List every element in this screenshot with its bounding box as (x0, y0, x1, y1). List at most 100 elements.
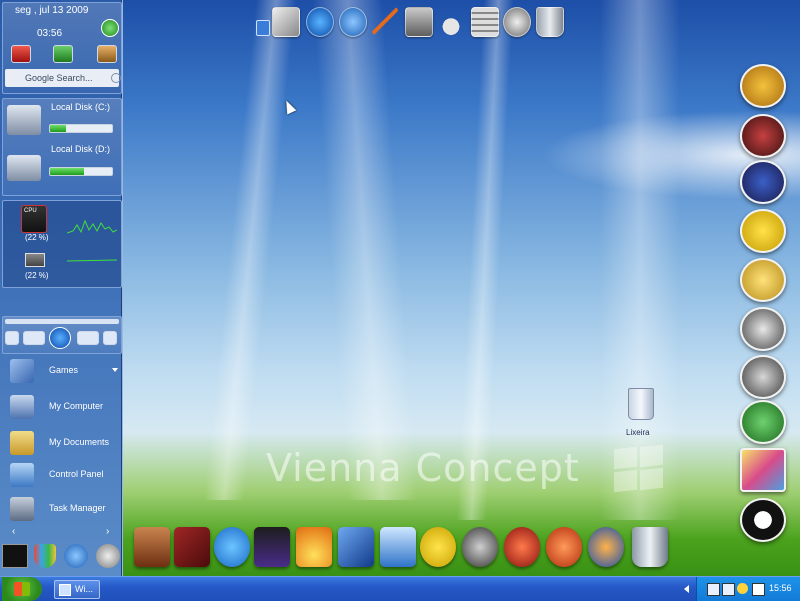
address-book-icon[interactable] (174, 527, 210, 567)
taskbar-window-button[interactable]: Wi... (54, 580, 100, 599)
search-tool-icon[interactable] (504, 527, 540, 567)
security-shield-icon[interactable] (34, 544, 56, 568)
racing-game-icon[interactable] (740, 355, 786, 399)
messenger-icon[interactable] (214, 527, 250, 567)
control-panel-icon (10, 463, 34, 487)
sidebar: seg , jul 13 2009 03:56 Google Search...… (0, 0, 123, 576)
light-ray (203, 0, 297, 500)
search-icon[interactable] (111, 73, 121, 83)
drive-c-usage-bar (49, 124, 113, 133)
refresh-icon[interactable] (101, 19, 119, 37)
drive-c-icon (7, 105, 41, 135)
taskbar: Wi... 15:56 (0, 576, 800, 601)
menu-item-my-documents[interactable]: My Documents (4, 428, 118, 458)
ram-icon (25, 253, 45, 267)
tools-icon[interactable] (372, 7, 398, 35)
gunz-game-icon[interactable] (740, 258, 786, 302)
task-manager-icon (10, 497, 34, 521)
network-tray-icon[interactable] (707, 583, 720, 596)
clock-widget: seg , jul 13 2009 03:56 Google Search... (2, 2, 122, 94)
recycle-dock-icon[interactable] (632, 527, 668, 567)
menu-item-my-computer[interactable]: My Computer (4, 392, 118, 422)
photo-icon[interactable] (134, 527, 170, 567)
computer-icon (10, 395, 34, 419)
chevron-right-icon[interactable]: › (106, 526, 109, 537)
menu-item-label: Control Panel (49, 469, 104, 479)
media-seek-bar[interactable] (5, 319, 119, 324)
light-ray (456, 0, 514, 520)
drive-d-label: Local Disk (D:) (51, 144, 111, 154)
light-ray (600, 0, 680, 520)
hulk-game-icon[interactable] (740, 400, 786, 444)
system-monitor-widget: CPU (22 %) (22 %) (2, 200, 122, 288)
smiley-game-icon[interactable] (740, 209, 786, 253)
chevron-down-icon[interactable] (112, 368, 118, 372)
mtv-icon[interactable] (740, 498, 786, 542)
media-player-widget (2, 316, 122, 354)
shutdown-button[interactable] (11, 45, 31, 63)
tools-badge-icon[interactable] (420, 527, 456, 567)
search-input[interactable]: Google Search... (25, 73, 93, 83)
media-next-button[interactable] (77, 331, 99, 345)
media-eject-button[interactable] (103, 331, 117, 345)
windows-logo-icon (14, 582, 30, 596)
lock-button[interactable] (97, 45, 117, 63)
ram-graph (67, 259, 117, 262)
command-prompt-icon[interactable] (2, 544, 28, 568)
menu-item-games[interactable]: Games (4, 356, 118, 386)
smiley-tray-icon[interactable] (737, 583, 748, 594)
tray-expand-icon[interactable] (684, 585, 689, 593)
games-icon (10, 359, 34, 383)
drive-d-icon (7, 155, 41, 181)
light-ray (312, 0, 418, 500)
network-button[interactable] (53, 45, 73, 63)
recycle-bin-shortcut[interactable]: Lixeira (618, 386, 664, 440)
ram-percent: (22 %) (25, 271, 49, 280)
media-previous-button[interactable] (23, 331, 45, 345)
power-icon[interactable] (503, 7, 531, 37)
drive-c-label: Local Disk (C:) (51, 102, 111, 112)
menu-item-label: My Computer (49, 401, 104, 411)
network-globe-icon[interactable] (64, 544, 88, 568)
menu-item-control-panel[interactable]: Control Panel (4, 460, 118, 490)
burner-icon[interactable] (546, 527, 582, 567)
search-box[interactable]: Google Search... (5, 69, 121, 87)
disc-drive-icon[interactable] (96, 544, 120, 568)
menu-item-task-manager[interactable]: Task Manager (4, 494, 118, 524)
media-play-button[interactable] (49, 327, 71, 349)
menu-item-label: My Documents (49, 437, 110, 447)
drive-d-usage-bar (49, 167, 113, 176)
warrior-game-icon[interactable] (740, 160, 786, 204)
pro-evolution-soccer-icon[interactable] (740, 307, 786, 351)
menu-item-label: Games (49, 365, 79, 375)
watermark-text: Vienna Concept (266, 446, 580, 490)
ring-game-icon[interactable] (740, 64, 786, 108)
calculator-icon[interactable] (471, 7, 499, 37)
network-icon[interactable] (438, 7, 464, 35)
trash-icon[interactable] (536, 7, 564, 37)
cpu-percent: (22 %) (25, 233, 49, 242)
start-button[interactable] (2, 577, 42, 601)
monitor-icon[interactable] (254, 527, 290, 567)
chevron-left-icon[interactable]: ‹ (12, 526, 15, 537)
corel-icon[interactable] (296, 527, 332, 567)
disc-icon[interactable] (462, 527, 498, 567)
system-settings-icon[interactable] (405, 7, 433, 37)
show-desktop-icon[interactable] (256, 20, 270, 36)
photoshop-icon[interactable] (338, 527, 374, 567)
media-menu-button[interactable] (5, 331, 19, 345)
cpu-graph (67, 219, 117, 234)
internet-explorer-icon[interactable] (339, 7, 367, 37)
firefox-icon[interactable] (588, 527, 624, 567)
taskbar-clock[interactable]: 15:56 (769, 583, 792, 593)
paint-tool-icon[interactable] (272, 7, 300, 37)
windows-logo-watermark (614, 444, 666, 494)
volume-tray-icon[interactable] (752, 583, 765, 596)
gta-vice-city-icon[interactable] (740, 448, 786, 492)
display-tray-icon[interactable] (722, 583, 735, 596)
recycle-bin-icon (628, 388, 654, 420)
prince-of-persia-icon[interactable] (740, 114, 786, 158)
autocad-icon[interactable] (380, 527, 416, 567)
media-player-icon[interactable] (306, 7, 334, 37)
system-tray: 15:56 (696, 577, 800, 601)
